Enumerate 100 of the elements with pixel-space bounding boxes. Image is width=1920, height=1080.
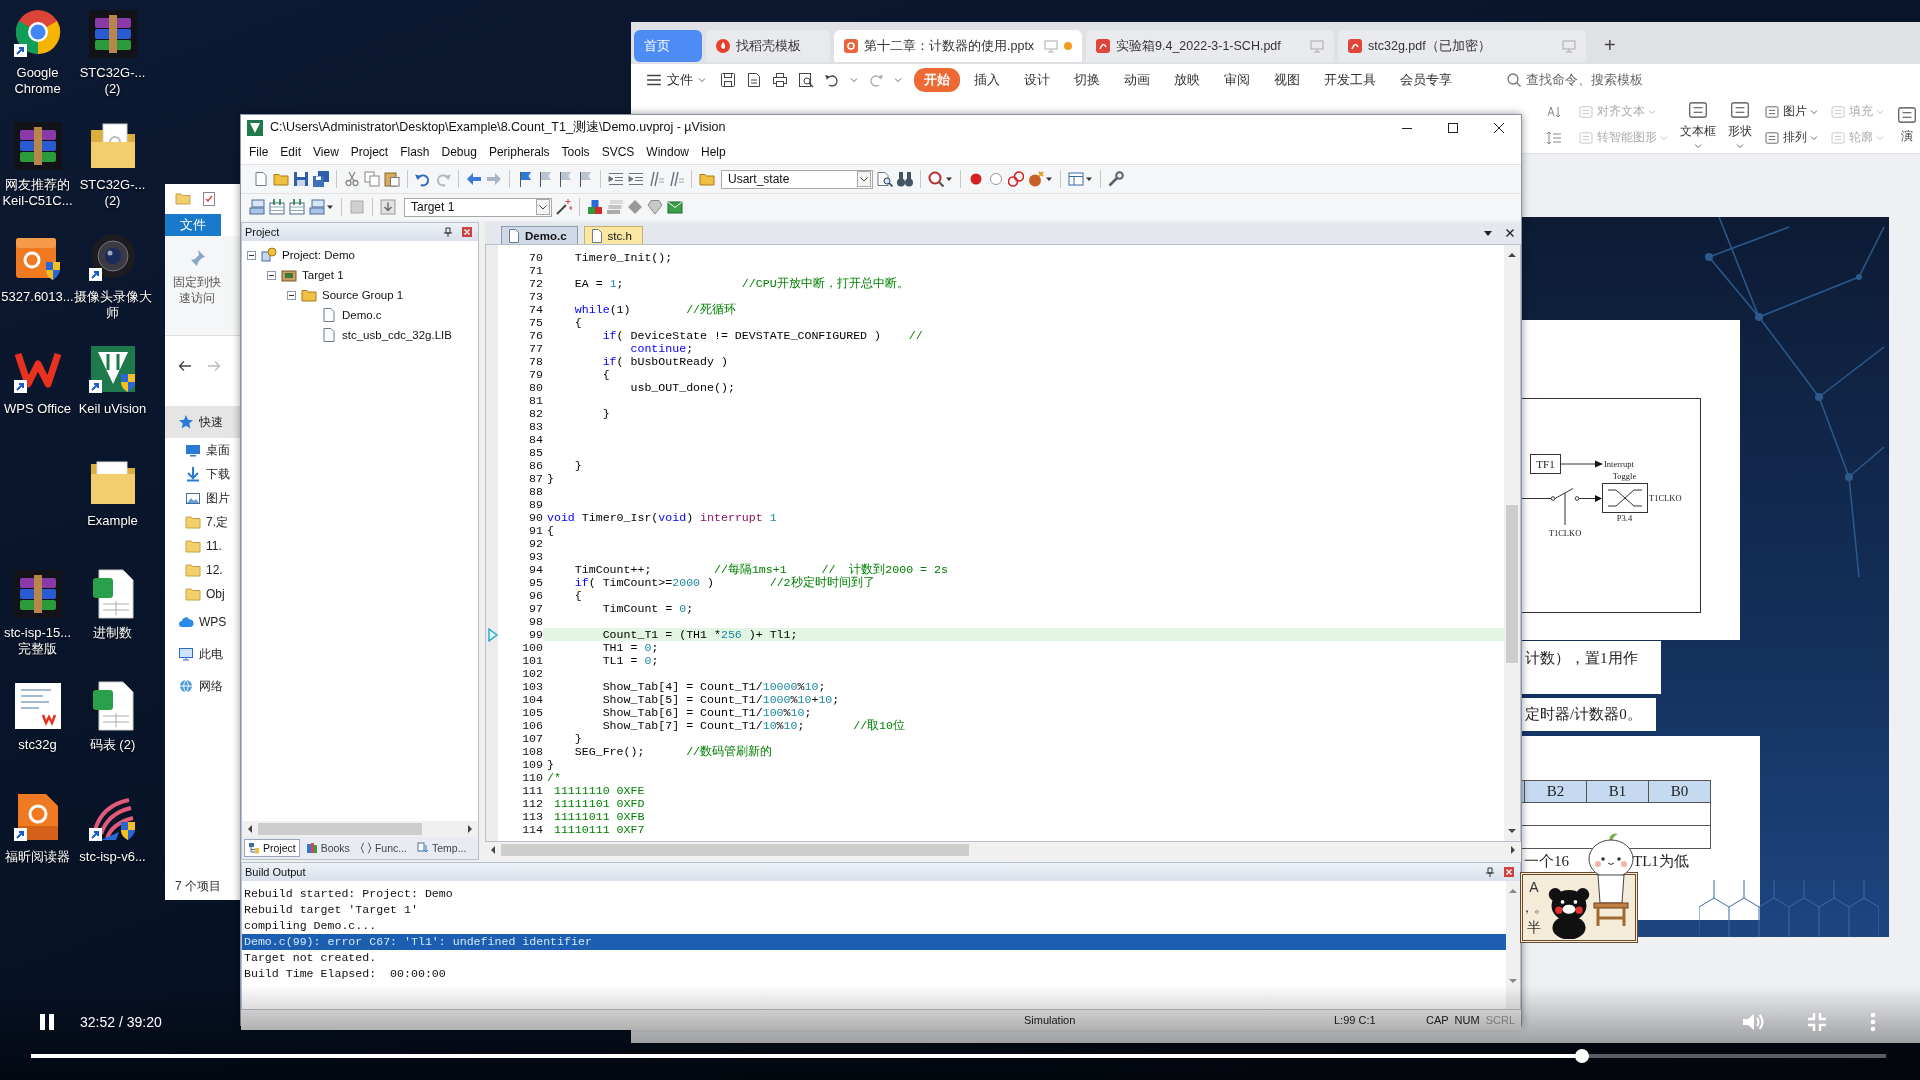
bookmark-flag-icon[interactable] <box>537 171 553 187</box>
magic-wand-icon[interactable] <box>556 199 572 215</box>
close-icon[interactable] <box>1505 228 1515 238</box>
gem-icon[interactable] <box>647 199 663 215</box>
file-tab[interactable]: Demo.c <box>501 226 578 244</box>
menu-item[interactable]: File <box>243 143 275 161</box>
ribbon-tab[interactable]: 放映 <box>1164 68 1210 92</box>
menu-item[interactable]: Window <box>640 143 695 161</box>
bookmark-flag-icon[interactable] <box>517 171 533 187</box>
debug-magnifier-icon[interactable] <box>928 171 944 187</box>
tree-item[interactable]: Demo.c <box>242 305 478 325</box>
close-icon[interactable] <box>1494 122 1504 133</box>
binoculars-icon[interactable] <box>897 171 913 187</box>
back-arrow-icon[interactable] <box>177 358 193 374</box>
ribbon-tab[interactable]: 插入 <box>964 68 1010 92</box>
nav-item[interactable]: 此电 <box>165 638 240 670</box>
desktop-shortcut[interactable]: Keil uVision <box>75 336 150 448</box>
ribbon-tab[interactable]: 设计 <box>1014 68 1060 92</box>
output-line[interactable]: compiling Demo.c... <box>242 918 1506 934</box>
print-icon[interactable] <box>772 72 788 88</box>
line-spacing-icon[interactable] <box>1546 129 1562 146</box>
menu-item[interactable]: Edit <box>274 143 308 161</box>
document-tab[interactable]: 找稻壳模板 <box>706 30 830 62</box>
find-icon[interactable] <box>877 171 893 187</box>
target-select[interactable]: Target 1 <box>404 197 552 217</box>
menu-item[interactable]: Debug <box>435 143 483 161</box>
comment-lines-icon[interactable] <box>648 171 664 187</box>
open-folder-icon[interactable] <box>273 171 289 187</box>
copy-icon[interactable] <box>364 171 380 187</box>
expand-toggle-icon[interactable] <box>287 290 296 300</box>
translate-icon[interactable] <box>249 199 265 215</box>
panel-tab[interactable]: Temp... <box>413 839 471 857</box>
menu-item[interactable]: Peripherals <box>482 143 556 161</box>
desktop-shortcut[interactable]: Example <box>75 448 150 560</box>
desktop-shortcut[interactable]: stc-isp-v6... <box>75 784 150 896</box>
undo-icon[interactable] <box>415 171 431 187</box>
desktop-shortcut[interactable]: STC32G-... (2) <box>75 112 150 224</box>
desktop-shortcut[interactable]: 码表 (2) <box>75 672 150 784</box>
nav-item[interactable]: Obj <box>165 582 240 606</box>
document-tab[interactable]: 实验箱9.4_2022-3-1-SCH.pdf <box>1086 30 1334 62</box>
save-icon[interactable] <box>293 171 309 187</box>
linked-rings-icon[interactable] <box>1008 171 1024 187</box>
rebuild-icon[interactable] <box>289 199 305 215</box>
empty-breakpoint-icon[interactable] <box>988 171 1004 187</box>
ribbon-button[interactable]: 图片 <box>1764 98 1818 125</box>
save-icon[interactable] <box>720 72 736 88</box>
expand-toggle-icon[interactable] <box>267 270 276 280</box>
ime-mode-label[interactable]: A <box>1529 878 1539 897</box>
scrollbar-thumb[interactable] <box>501 844 969 856</box>
nav-item[interactable]: 快速 <box>165 406 240 438</box>
scrollbar[interactable] <box>242 821 478 837</box>
breakpoint-icon[interactable] <box>968 171 984 187</box>
ribbon-tab[interactable]: 文件 <box>165 214 221 236</box>
ime-mode-label[interactable]: ，。 <box>1520 898 1548 917</box>
expand-toggle-icon[interactable] <box>247 250 256 260</box>
output-line[interactable]: Target not created. <box>242 950 1506 966</box>
print-preview-icon[interactable] <box>798 72 814 88</box>
pin-icon[interactable] <box>1485 867 1495 877</box>
desktop-shortcut[interactable]: WPS Office <box>0 336 75 448</box>
output-line[interactable]: Rebuild started: Project: Demo <box>242 886 1506 902</box>
find-combo-box[interactable]: Usart_state <box>721 169 873 189</box>
nav-item[interactable]: 12. <box>165 558 240 582</box>
desktop-shortcut[interactable]: 进制数 <box>75 560 150 672</box>
nav-item[interactable]: 桌面 <box>165 438 240 462</box>
export-document-icon[interactable] <box>746 72 762 88</box>
tree-item[interactable]: stc_usb_cdc_32g.LIB <box>242 325 478 345</box>
cut-icon[interactable] <box>344 171 360 187</box>
new-tab-button[interactable]: + <box>1604 30 1616 60</box>
download-icon[interactable] <box>380 199 396 215</box>
menu-item[interactable]: SVCS <box>595 143 641 161</box>
document-tab[interactable]: stc32g.pdf（已加密） <box>1338 30 1586 62</box>
panel-tab[interactable]: Project <box>244 839 300 857</box>
window-layout-icon[interactable] <box>1068 171 1084 187</box>
output-line[interactable]: Rebuild target 'Target 1' <box>242 902 1506 918</box>
tree-item[interactable]: Source Group 1 <box>242 285 478 305</box>
desktop-shortcut[interactable]: stc32g <box>0 672 75 784</box>
ribbon-button[interactable]: 文本框 <box>1680 98 1716 151</box>
panel-tab[interactable]: Func... <box>355 839 411 857</box>
bookmark-flag-icon[interactable] <box>577 171 593 187</box>
caret-icon[interactable] <box>1483 228 1493 238</box>
back-arrow-icon[interactable] <box>466 171 482 187</box>
diamond-icon[interactable] <box>627 199 643 215</box>
checklist-icon[interactable] <box>201 191 217 207</box>
menu-item[interactable]: Project <box>344 143 395 161</box>
desktop-shortcut[interactable]: 5327.6013... <box>0 224 75 336</box>
tree-item[interactable]: Project: Demo <box>242 245 478 265</box>
scrollbar[interactable] <box>1504 245 1520 841</box>
new-file-icon[interactable] <box>253 171 269 187</box>
pin-icon[interactable] <box>443 227 453 237</box>
paste-icon[interactable] <box>384 171 400 187</box>
panel-tab[interactable]: Books <box>301 839 354 857</box>
desktop-shortcut[interactable]: STC32G-... (2) <box>75 0 150 112</box>
unindent-icon[interactable] <box>628 171 644 187</box>
build-icon[interactable] <box>269 199 285 215</box>
bookmark-flag-icon[interactable] <box>557 171 573 187</box>
folder-icon[interactable] <box>175 191 191 207</box>
indent-icon[interactable] <box>608 171 624 187</box>
ribbon-tab[interactable]: 会员专享 <box>1390 68 1462 92</box>
maximize-icon[interactable] <box>1448 122 1458 133</box>
desktop-shortcut[interactable]: 网友推荐的 Keil-C51C... <box>0 112 75 224</box>
